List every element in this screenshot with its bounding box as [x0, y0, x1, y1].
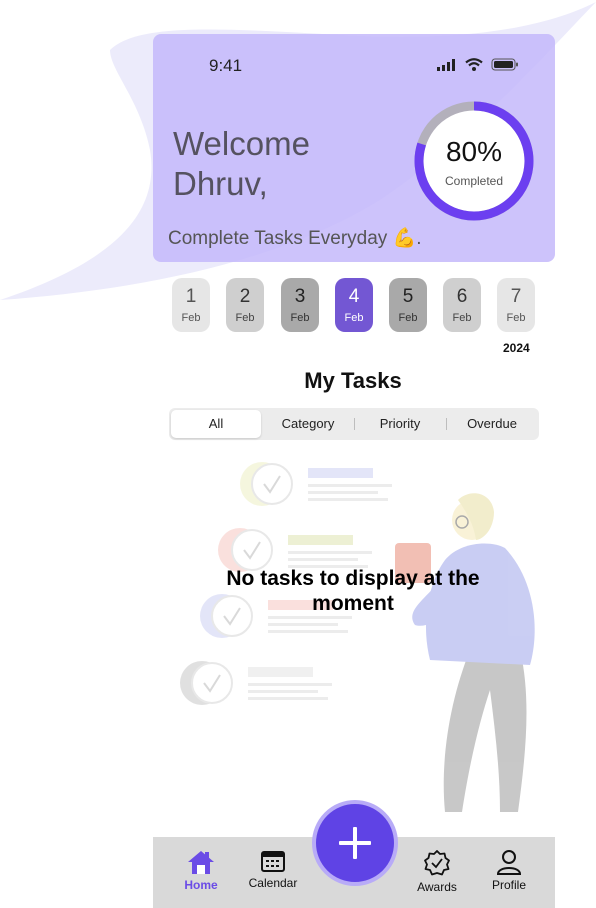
date-day: 2 — [239, 286, 251, 307]
header-card: 9:41 Welcome Dhruv, 80% Completed Comple… — [153, 34, 555, 262]
nav-profile[interactable]: Profile — [477, 849, 541, 892]
date-month: Feb — [398, 312, 418, 324]
date-pill[interactable]: 1 Feb — [172, 278, 210, 332]
award-icon — [424, 850, 450, 876]
date-month: Feb — [506, 312, 526, 324]
signal-icon — [437, 58, 455, 71]
date-day: 1 — [185, 286, 197, 307]
date-day: 6 — [456, 286, 468, 307]
nav-home-label: Home — [184, 878, 218, 892]
date-month: Feb — [452, 312, 472, 324]
date-month: Feb — [235, 312, 255, 324]
date-month: Feb — [181, 312, 201, 324]
date-day: 5 — [402, 286, 414, 307]
calendar-icon — [261, 851, 285, 872]
nav-calendar-label: Calendar — [248, 876, 298, 890]
add-task-button[interactable] — [312, 800, 398, 886]
empty-state-message: No tasks to display at the moment — [226, 567, 480, 615]
tab-priority[interactable]: Priority — [355, 410, 445, 438]
tab-all[interactable]: All — [171, 410, 261, 438]
tab-category[interactable]: Category — [263, 410, 353, 438]
tab-overdue[interactable]: Overdue — [447, 410, 537, 438]
date-pill[interactable]: 6 Feb — [443, 278, 481, 332]
date-month: Feb — [290, 312, 310, 324]
welcome-text: Welcome Dhruv, — [173, 124, 393, 204]
date-pill-selected[interactable]: 4 Feb — [335, 278, 373, 332]
date-pill[interactable]: 5 Feb — [389, 278, 427, 332]
user-name: Dhruv, — [173, 165, 268, 202]
empty-state-illustration — [180, 462, 535, 812]
nav-calendar[interactable]: Calendar — [241, 849, 305, 890]
status-time: 9:41 — [209, 56, 243, 75]
plus-icon — [339, 827, 371, 859]
status-icons — [437, 58, 519, 71]
date-pill[interactable]: 3 Feb — [281, 278, 319, 332]
nav-awards-label: Awards — [417, 880, 457, 894]
wifi-icon — [465, 58, 483, 71]
nav-home[interactable]: Home — [169, 849, 233, 892]
section-title: My Tasks — [304, 368, 402, 393]
filter-tabs: All Category Priority Overdue — [169, 408, 539, 440]
date-month: Feb — [344, 312, 364, 324]
nav-awards[interactable]: Awards — [405, 849, 469, 894]
progress-percent: 80% — [445, 136, 503, 167]
motto-text: Complete Tasks Everyday 💪. — [168, 228, 422, 249]
date-pill[interactable]: 7 Feb — [497, 278, 535, 332]
welcome-line-1: Welcome — [173, 125, 310, 162]
user-icon — [496, 850, 522, 875]
date-pill[interactable]: 2 Feb — [226, 278, 264, 332]
date-day: 7 — [510, 286, 522, 307]
progress-ring: 80% Completed — [413, 100, 535, 222]
battery-icon — [491, 58, 518, 71]
date-day: 4 — [348, 286, 360, 307]
year-label: 2024 — [503, 341, 530, 355]
nav-profile-label: Profile — [491, 878, 526, 892]
home-icon — [188, 851, 214, 874]
date-day: 3 — [294, 286, 306, 307]
progress-label: Completed — [444, 174, 504, 188]
